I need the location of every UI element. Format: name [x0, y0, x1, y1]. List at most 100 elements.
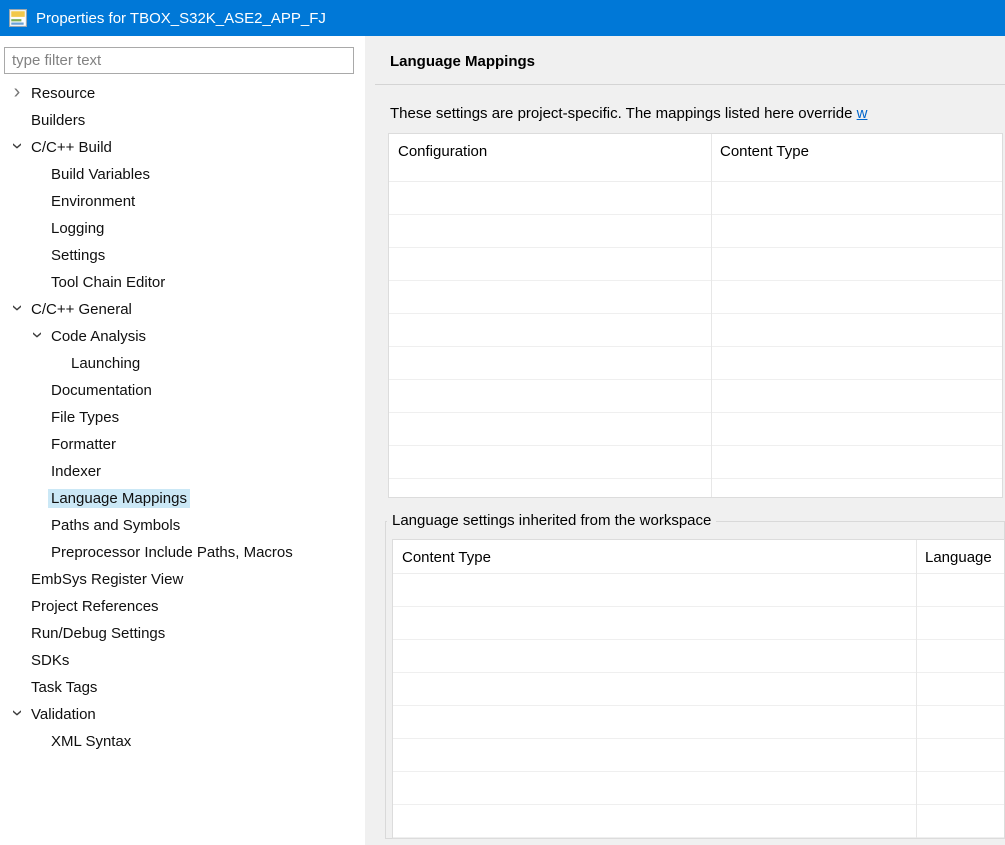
tree-item-label: File Types — [51, 409, 120, 426]
window-title: Properties for TBOX_S32K_ASE2_APP_FJ — [36, 9, 326, 27]
description-static: These settings are project-specific. The… — [390, 105, 857, 122]
chevron-right-icon[interactable] — [6, 80, 28, 107]
sidebar: Resource Builders C/C++ Build Build Variabl… — [0, 36, 365, 845]
table-row[interactable] — [389, 314, 1002, 347]
table-row[interactable] — [393, 838, 1004, 839]
tree-item-label: Logging — [51, 220, 105, 237]
tree-item-tool-chain-editor[interactable]: Tool Chain Editor — [0, 269, 365, 296]
tree-item-launching[interactable]: Launching — [0, 350, 365, 377]
tree-item-c-c-general[interactable]: C/C++ General — [0, 296, 365, 323]
mappings-table-header: Configuration Content Type — [389, 134, 1002, 182]
properties-dialog: Properties for TBOX_S32K_ASE2_APP_FJ Res… — [0, 0, 1005, 845]
tree-item-language-mappings[interactable]: Language Mappings — [0, 485, 365, 512]
table-row[interactable] — [389, 413, 1002, 446]
tree-item-label: Builders — [31, 112, 86, 129]
table-row[interactable] — [389, 182, 1002, 215]
tree-item-label: Paths and Symbols — [51, 517, 181, 534]
chevron-down-icon[interactable] — [6, 296, 28, 323]
tree-item-documentation[interactable]: Documentation — [0, 377, 365, 404]
column-header-configuration[interactable]: Configuration — [389, 134, 711, 181]
tree-item-label: Launching — [71, 355, 141, 372]
table-row[interactable] — [393, 640, 1004, 673]
table-row[interactable] — [389, 347, 1002, 380]
table-row[interactable] — [389, 248, 1002, 281]
tree-item-preprocessor-include-paths-macros[interactable]: Preprocessor Include Paths, Macros — [0, 539, 365, 566]
tree-item-label: Formatter — [51, 436, 117, 453]
table-row[interactable] — [393, 673, 1004, 706]
tree-item-label: C/C++ Build — [31, 139, 112, 156]
tree-item-run-debug-settings[interactable]: Run/Debug Settings — [0, 620, 365, 647]
title-bar[interactable]: Properties for TBOX_S32K_ASE2_APP_FJ — [0, 0, 1005, 36]
header-separator — [375, 84, 1005, 85]
chevron-down-icon[interactable] — [26, 323, 48, 350]
tree-item-embsys-register-view[interactable]: EmbSys Register View — [0, 566, 365, 593]
tree-item-sdks[interactable]: SDKs — [0, 647, 365, 674]
tree-item-project-references[interactable]: Project References — [0, 593, 365, 620]
column-divider — [916, 540, 917, 838]
tree-item-logging[interactable]: Logging — [0, 215, 365, 242]
table-row[interactable] — [393, 607, 1004, 640]
table-row[interactable] — [393, 805, 1004, 838]
tree-item-paths-and-symbols[interactable]: Paths and Symbols — [0, 512, 365, 539]
tree-item-code-analysis[interactable]: Code Analysis — [0, 323, 365, 350]
app-icon — [9, 9, 27, 27]
tree-item-label: Code Analysis — [51, 328, 147, 345]
column-header-content-type-inherited[interactable]: Content Type — [393, 540, 916, 573]
table-row[interactable] — [393, 772, 1004, 805]
column-header-content-type[interactable]: Content Type — [711, 134, 809, 181]
table-row[interactable] — [389, 215, 1002, 248]
tree-item-label: C/C++ General — [31, 301, 132, 318]
table-row[interactable] — [393, 574, 1004, 607]
table-row[interactable] — [393, 739, 1004, 772]
tree-item-builders[interactable]: Builders — [0, 107, 365, 134]
table-row[interactable] — [389, 446, 1002, 479]
tree-item-c-c-build[interactable]: C/C++ Build — [0, 134, 365, 161]
tree-item-label: Resource — [31, 85, 96, 102]
page-title: Language Mappings — [390, 53, 536, 70]
table-row[interactable] — [393, 706, 1004, 739]
table-row[interactable] — [389, 380, 1002, 413]
inherited-table-body — [393, 574, 1004, 839]
tree-item-build-variables[interactable]: Build Variables — [0, 161, 365, 188]
tree-item-settings[interactable]: Settings — [0, 242, 365, 269]
column-header-language[interactable]: Language — [916, 540, 992, 573]
filter-input[interactable] — [4, 47, 354, 74]
table-row[interactable] — [389, 281, 1002, 314]
inherited-settings-group: Content Type Language — [385, 521, 1005, 839]
tree-item-xml-syntax[interactable]: XML Syntax — [0, 728, 365, 755]
tree-item-formatter[interactable]: Formatter — [0, 431, 365, 458]
tree-item-environment[interactable]: Environment — [0, 188, 365, 215]
tree-item-label: Documentation — [51, 382, 152, 399]
workspace-settings-link[interactable]: w — [857, 105, 868, 122]
column-divider — [711, 134, 712, 497]
tree-item-indexer[interactable]: Indexer — [0, 458, 365, 485]
tree-item-label: XML Syntax — [51, 733, 132, 750]
tree-item-validation[interactable]: Validation — [0, 701, 365, 728]
chevron-down-icon[interactable] — [6, 134, 28, 161]
inherited-group-label: Language settings inherited from the wor… — [387, 512, 717, 529]
chevron-down-icon[interactable] — [6, 701, 28, 728]
tree-item-resource[interactable]: Resource — [0, 80, 365, 107]
panel-splitter[interactable] — [365, 36, 375, 845]
table-row[interactable] — [389, 479, 1002, 497]
tree-item-label: Environment — [51, 193, 136, 210]
description-text: These settings are project-specific. The… — [390, 105, 1005, 122]
tree-item-file-types[interactable]: File Types — [0, 404, 365, 431]
tree-item-task-tags[interactable]: Task Tags — [0, 674, 365, 701]
tree-item-label: Indexer — [51, 463, 102, 480]
